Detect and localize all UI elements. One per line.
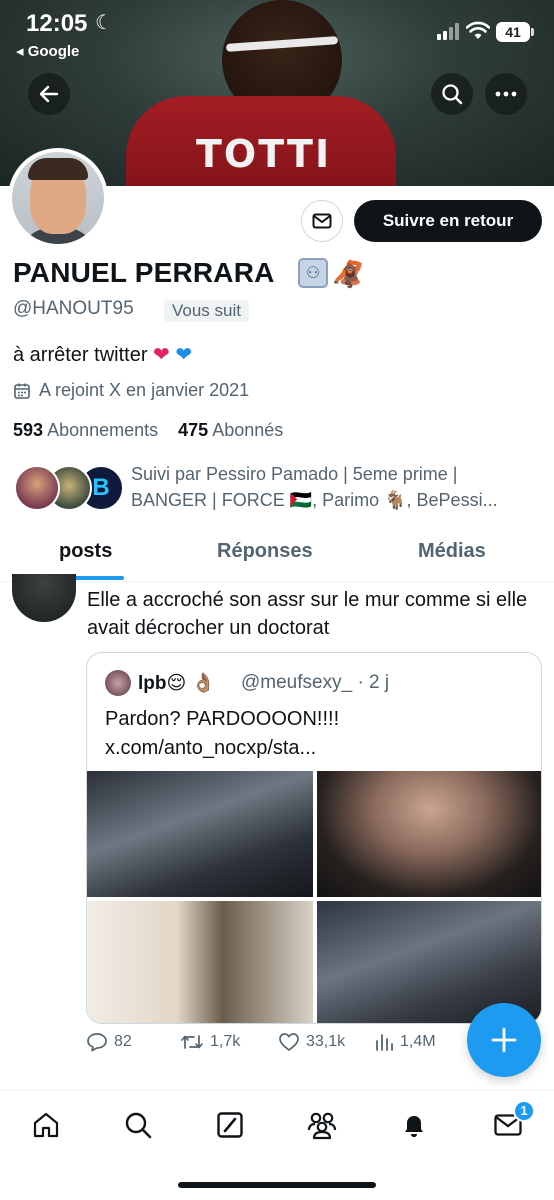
search-icon xyxy=(125,1112,152,1139)
envelope-icon xyxy=(312,213,332,229)
quoted-post-text: Pardon? PARDOOOON!!!! x.com/anto_nocxp/s… xyxy=(105,708,340,759)
like-button[interactable]: 33,1k xyxy=(278,1032,345,1052)
banner-shirt-text: TOTTI xyxy=(196,132,332,176)
quoted-media-grid xyxy=(87,771,541,1023)
family-emoji-icon: ⚇ xyxy=(298,258,328,288)
tab-media[interactable]: Médias xyxy=(418,540,486,563)
followed-by-text[interactable]: Suivi par Pessiro Pamado | 5eme prime | … xyxy=(131,461,536,513)
moon-icon: ☾ xyxy=(95,12,113,34)
profile-handle: @HANOUT95 xyxy=(13,298,134,319)
back-button[interactable] xyxy=(28,73,70,115)
bell-icon xyxy=(405,1116,423,1137)
name-emojis: ⚇ 🦧 xyxy=(298,258,366,290)
quoted-author-avatar xyxy=(105,670,131,696)
views-button[interactable]: 1,4M xyxy=(374,1032,436,1052)
media-image[interactable] xyxy=(87,901,313,1023)
followed-by-avatars[interactable]: B xyxy=(14,465,124,513)
status-bar: 12:05 ☾ ◂ Google 41 xyxy=(0,0,554,70)
reply-icon xyxy=(87,1033,107,1052)
wifi-icon xyxy=(466,21,490,39)
blue-heart-icon: ❤ xyxy=(175,344,193,366)
nav-notifications[interactable] xyxy=(396,1107,432,1143)
tab-replies[interactable]: Réponses xyxy=(217,540,313,563)
nav-home[interactable] xyxy=(28,1107,64,1143)
following-link[interactable]: 593 Abonnements xyxy=(13,420,158,440)
profile-avatar[interactable] xyxy=(8,148,108,248)
compose-post-button[interactable] xyxy=(467,1003,541,1077)
post-text: Elle a accroché son assr sur le mur comm… xyxy=(87,589,528,639)
quoted-post[interactable]: lpb😌 👌🏽 @meufsexy_ · 2 j Pardon? PARDOOO… xyxy=(86,652,542,1024)
search-icon xyxy=(442,84,463,105)
tab-posts[interactable]: posts xyxy=(59,540,112,563)
calendar-icon xyxy=(14,383,30,399)
arrow-left-icon xyxy=(39,85,59,103)
message-button[interactable] xyxy=(301,200,343,242)
back-to-app-link[interactable]: ◂ Google xyxy=(16,42,79,60)
nav-communities[interactable] xyxy=(304,1107,340,1143)
cellular-signal-icon xyxy=(437,22,463,40)
follow-back-button[interactable]: Suivre en retour xyxy=(354,200,542,242)
search-button[interactable] xyxy=(431,73,473,115)
repost-button[interactable]: 1,7k xyxy=(180,1032,240,1052)
plus-icon xyxy=(491,1027,517,1053)
heart-icon xyxy=(279,1033,299,1051)
quoted-author-name: lpb😌 👌🏽 xyxy=(138,673,216,694)
post-actions: 82 1,7k 33,1k 1,4M xyxy=(86,1032,466,1060)
profile-tabs: posts Réponses Médias xyxy=(0,530,554,582)
more-options-button[interactable] xyxy=(485,73,527,115)
reply-button[interactable]: 82 xyxy=(86,1032,132,1052)
quoted-author-handle: @meufsexy_ · 2 j xyxy=(241,672,390,693)
joined-date: A rejoint X en janvier 2021 xyxy=(13,380,249,401)
profile-bio: à arrêter twitter ❤ ❤ xyxy=(13,342,192,367)
status-time: 12:05 xyxy=(26,10,88,37)
battery-icon: 41 xyxy=(496,22,534,42)
red-heart-icon: ❤ xyxy=(153,344,170,366)
followers-link[interactable]: 475 Abonnés xyxy=(178,420,283,440)
avatar-photo xyxy=(12,152,104,244)
home-indicator[interactable] xyxy=(178,1182,376,1188)
messages-badge: 1 xyxy=(513,1100,535,1122)
nav-grok[interactable] xyxy=(212,1107,248,1143)
follow-stats: 593 Abonnements 475 Abonnés xyxy=(13,420,283,441)
orangutan-emoji-icon: 🦧 xyxy=(332,259,365,289)
grok-icon xyxy=(217,1112,243,1138)
avatar xyxy=(14,465,60,511)
follows-you-badge: Vous suit xyxy=(164,300,249,322)
views-chart-icon xyxy=(376,1034,393,1051)
bio-text: à arrêter twitter xyxy=(13,344,148,366)
nav-search[interactable] xyxy=(120,1107,156,1143)
media-image[interactable] xyxy=(87,771,313,897)
repost-icon xyxy=(181,1035,203,1049)
communities-icon xyxy=(307,1112,337,1140)
media-image[interactable] xyxy=(317,771,541,897)
quoted-name-emoji: 😌 👌🏽 xyxy=(166,673,216,694)
joined-text: A rejoint X en janvier 2021 xyxy=(39,380,250,400)
profile-name: PANUEL PERRARA xyxy=(13,257,275,288)
home-icon xyxy=(33,1112,59,1138)
post-author-avatar[interactable] xyxy=(12,574,76,622)
more-dots-icon xyxy=(495,91,517,97)
